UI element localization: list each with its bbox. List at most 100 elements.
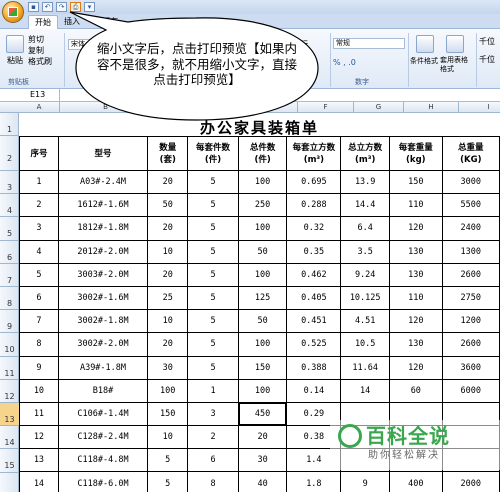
- table-cell[interactable]: 100: [237, 262, 288, 287]
- number-format-buttons[interactable]: % , .0: [333, 58, 356, 68]
- table-cell[interactable]: 3.5: [340, 239, 391, 264]
- table-cell[interactable]: 20: [237, 425, 288, 450]
- copy-button[interactable]: 复制: [28, 46, 44, 56]
- table-cell[interactable]: 150: [237, 355, 288, 380]
- table-header-cell[interactable]: 数量 (套): [147, 136, 189, 171]
- table-cell[interactable]: 0.35: [286, 239, 342, 264]
- table-cell[interactable]: 100: [237, 169, 288, 195]
- table-cell[interactable]: 11: [19, 401, 59, 427]
- conditional-format-icon[interactable]: [416, 35, 434, 53]
- table-cell[interactable]: 10.125: [340, 285, 391, 311]
- table-cell[interactable]: A39#-1.8M: [57, 355, 149, 380]
- table-cell[interactable]: 1612#-1.6M: [57, 193, 149, 218]
- table-cell[interactable]: 12: [19, 425, 59, 450]
- table-cell[interactable]: 150: [147, 401, 189, 427]
- table-cell[interactable]: 5: [187, 332, 239, 357]
- table-cell[interactable]: 30: [147, 355, 189, 380]
- redo-icon[interactable]: ↷: [56, 2, 67, 12]
- table-cell[interactable]: 20: [147, 332, 189, 357]
- table-cell[interactable]: 5: [187, 355, 239, 380]
- row-header-6[interactable]: 6: [0, 241, 19, 264]
- table-cell[interactable]: 6: [19, 285, 59, 311]
- table-cell[interactable]: 25: [147, 285, 189, 311]
- table-cell[interactable]: 0.525: [286, 332, 342, 357]
- table-cell[interactable]: 14: [19, 471, 59, 492]
- table-cell[interactable]: 20: [147, 262, 189, 287]
- table-cell[interactable]: 3002#-2.0M: [57, 332, 149, 357]
- table-cell[interactable]: 40: [237, 471, 288, 492]
- table-cell[interactable]: 0.388: [286, 355, 342, 380]
- table-cell[interactable]: 6000: [441, 378, 500, 403]
- table-cell[interactable]: 5: [19, 262, 59, 287]
- table-cell[interactable]: 130: [389, 239, 443, 264]
- row-header-3[interactable]: 3: [0, 171, 19, 195]
- table-cell[interactable]: 150: [389, 169, 443, 195]
- table-cell[interactable]: 10: [147, 425, 189, 450]
- table-cell[interactable]: 13.9: [340, 169, 391, 195]
- table-cell[interactable]: 110: [389, 193, 443, 218]
- table-cell[interactable]: 1812#-1.8M: [57, 216, 149, 241]
- table-cell[interactable]: 1200: [441, 309, 500, 334]
- table-cell[interactable]: 3600: [441, 355, 500, 380]
- table-cell[interactable]: 6.4: [340, 216, 391, 241]
- table-cell[interactable]: B18#: [57, 378, 149, 403]
- table-cell[interactable]: 1.8: [286, 471, 342, 492]
- conditional-format-button[interactable]: 条件格式: [410, 56, 438, 66]
- table-cell[interactable]: 7: [19, 309, 59, 334]
- table-cell[interactable]: 3002#-1.8M: [57, 309, 149, 334]
- row-header-7[interactable]: 7: [0, 264, 19, 287]
- table-cell[interactable]: 120: [389, 309, 443, 334]
- table-cell[interactable]: 2: [19, 193, 59, 218]
- table-cell[interactable]: 0.462: [286, 262, 342, 287]
- row-header-5[interactable]: 5: [0, 217, 19, 241]
- table-cell[interactable]: 9: [340, 471, 391, 492]
- save-icon[interactable]: ▪: [28, 2, 39, 12]
- table-cell[interactable]: 100: [237, 216, 288, 241]
- table-cell[interactable]: 130: [389, 332, 443, 357]
- column-header-i[interactable]: I: [459, 102, 500, 113]
- table-header-cell[interactable]: 总重量 (KG): [441, 136, 500, 171]
- table-cell[interactable]: 0.695: [286, 169, 342, 195]
- table-cell[interactable]: 3003#-2.0M: [57, 262, 149, 287]
- table-cell[interactable]: 10: [147, 309, 189, 334]
- table-cell[interactable]: 5: [187, 193, 239, 218]
- table-cell[interactable]: 13: [19, 448, 59, 473]
- table-cell[interactable]: 120: [389, 355, 443, 380]
- table-cell[interactable]: 3: [187, 401, 239, 427]
- paste-button[interactable]: 粘贴: [7, 56, 23, 66]
- table-cell[interactable]: 5: [187, 309, 239, 334]
- table-cell[interactable]: 0.405: [286, 285, 342, 311]
- table-cell[interactable]: 6: [187, 448, 239, 473]
- row-header-9[interactable]: 9: [0, 310, 19, 334]
- office-button[interactable]: [2, 1, 24, 23]
- table-header-cell[interactable]: 总立方数 (m³): [340, 136, 391, 171]
- table-cell[interactable]: 9.24: [340, 262, 391, 287]
- table-cell[interactable]: 50: [237, 309, 288, 334]
- table-cell[interactable]: 1300: [441, 239, 500, 264]
- row-header-4[interactable]: 4: [0, 194, 19, 218]
- table-cell[interactable]: 120: [389, 216, 443, 241]
- table-cell[interactable]: 1: [19, 169, 59, 195]
- thousands-style-1[interactable]: 千位: [479, 37, 495, 47]
- table-cell[interactable]: C118#-6.0M: [57, 471, 149, 492]
- tab-home[interactable]: 开始: [28, 15, 58, 29]
- thousands-style-2[interactable]: 千位: [479, 55, 495, 65]
- table-cell[interactable]: 2012#-2.0M: [57, 239, 149, 264]
- table-cell[interactable]: 60: [389, 378, 443, 403]
- table-cell[interactable]: 0.451: [286, 309, 342, 334]
- table-cell[interactable]: 5: [187, 262, 239, 287]
- table-cell[interactable]: 11.64: [340, 355, 391, 380]
- table-cell[interactable]: 5: [187, 169, 239, 195]
- number-format-combo[interactable]: 常规: [333, 38, 405, 49]
- row-header-15[interactable]: 15: [0, 449, 19, 473]
- table-header-cell[interactable]: 总件数 (件): [237, 136, 288, 171]
- table-cell[interactable]: 20: [147, 169, 189, 195]
- row-header-14[interactable]: 14: [0, 426, 19, 450]
- table-format-icon[interactable]: [446, 35, 464, 53]
- table-cell[interactable]: 3002#-1.6M: [57, 285, 149, 311]
- row-header-11[interactable]: 11: [0, 357, 19, 380]
- table-cell[interactable]: 1: [187, 378, 239, 403]
- table-cell[interactable]: 100: [147, 378, 189, 403]
- table-cell[interactable]: C128#-2.4M: [57, 425, 149, 450]
- table-cell[interactable]: 2400: [441, 216, 500, 241]
